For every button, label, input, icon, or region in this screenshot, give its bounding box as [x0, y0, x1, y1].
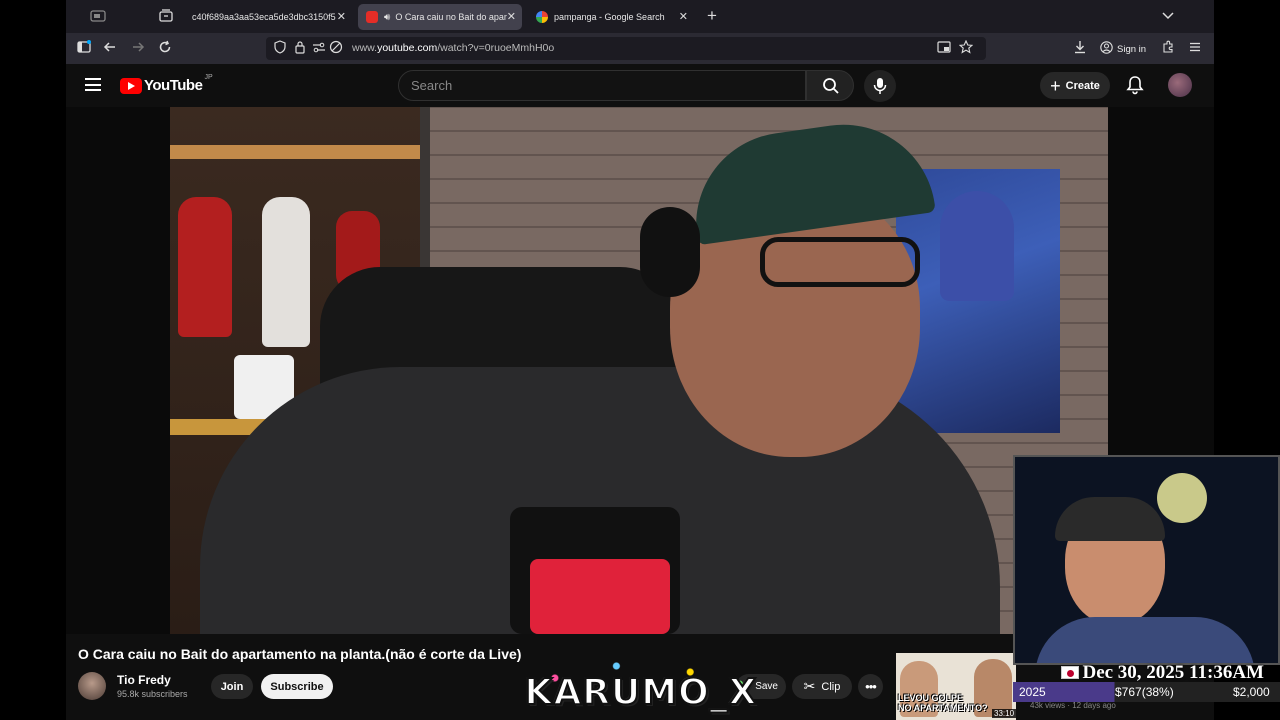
- tab-bar: c40f689aa3aa53eca5de3dbc3150f5 ✕ 🔊︎ O Ca…: [66, 0, 1214, 33]
- user-avatar[interactable]: [1168, 73, 1192, 97]
- subscribe-button[interactable]: Subscribe: [261, 674, 333, 699]
- account-icon: [1100, 41, 1113, 57]
- google-favicon-icon: [536, 11, 548, 23]
- search-input[interactable]: [399, 71, 805, 100]
- video-headphones: [640, 207, 700, 297]
- streamer-name-banner: KARUMO_X: [508, 660, 774, 720]
- search-button[interactable]: [806, 70, 854, 101]
- video-figure-ironman: [178, 197, 232, 337]
- menu-icon[interactable]: [1187, 40, 1203, 56]
- autoplay-blocked-icon[interactable]: [328, 40, 344, 56]
- sign-in-button[interactable]: Sign in: [1100, 41, 1146, 57]
- donation-progress-bar: 2025 $767(38%) $2,000: [1013, 682, 1280, 702]
- tab-hash[interactable]: c40f689aa3aa53eca5de3dbc3150f5 ✕: [184, 4, 352, 30]
- clip-button[interactable]: ✂ Clip: [792, 674, 852, 699]
- country-code: JP: [204, 74, 213, 81]
- close-tab-icon[interactable]: ✕: [507, 10, 516, 23]
- webcam-moon: [1157, 473, 1207, 523]
- create-label: Create: [1065, 79, 1100, 92]
- video-frame[interactable]: [170, 107, 1108, 634]
- subscriber-count: 95.8k subscribers: [117, 689, 188, 699]
- video-poster-figure: [940, 191, 1014, 301]
- search-box[interactable]: [398, 70, 806, 101]
- chevron-down-icon[interactable]: [1160, 8, 1176, 24]
- donation-year: 2025: [1019, 685, 1046, 699]
- navigation-bar: www.youtube.com/watch?v=0ruoeMmhH0o Sign…: [66, 33, 1214, 64]
- stream-datetime: Dec 30, 2025 11:36AM: [1082, 662, 1264, 683]
- downloads-icon[interactable]: [1072, 40, 1088, 56]
- banner-text: KARUMO_X: [524, 671, 758, 714]
- shield-icon[interactable]: [272, 40, 288, 56]
- join-button[interactable]: Join: [211, 674, 253, 699]
- url-domain: youtube.com: [377, 42, 438, 54]
- create-button[interactable]: + Create: [1040, 72, 1110, 99]
- screen: c40f689aa3aa53eca5de3dbc3150f5 ✕ 🔊︎ O Ca…: [0, 0, 1280, 720]
- forward-icon[interactable]: [130, 40, 146, 56]
- youtube-favicon-icon: [366, 11, 378, 23]
- clip-label: Clip: [821, 680, 841, 693]
- channel-avatar[interactable]: [78, 672, 106, 700]
- permissions-icon[interactable]: [311, 40, 327, 56]
- tab-google-search[interactable]: pampanga - Google Search ✕: [528, 4, 694, 30]
- scissors-icon: ✂: [803, 678, 816, 694]
- channel-name[interactable]: Tio Fredy: [117, 673, 171, 687]
- donation-goal: $2,000: [1233, 685, 1270, 699]
- sidebar-icon[interactable]: [76, 40, 92, 56]
- microphone-icon: [873, 78, 887, 94]
- search-icon: [823, 78, 839, 94]
- video-glasses: [760, 237, 920, 287]
- close-tab-icon[interactable]: ✕: [679, 10, 688, 23]
- video-title: O Cara caiu no Bait do apartamento na pl…: [78, 646, 522, 662]
- speaker-icon[interactable]: 🔊︎: [384, 12, 390, 23]
- youtube-header: YouTube JP + Create: [66, 64, 1214, 107]
- video-shelf-board: [170, 145, 420, 159]
- video-figure-stormtrooper: [262, 197, 310, 347]
- back-icon[interactable]: [102, 40, 118, 56]
- webcam-person-shirt: [1035, 617, 1255, 663]
- stream-donation-bar: Dec 30, 2025 11:36AM 2025 $767(38%) $2,0…: [1013, 660, 1280, 720]
- picture-in-picture-icon[interactable]: [936, 40, 952, 56]
- tab-youtube-active[interactable]: 🔊︎ O Cara caiu no Bait do apar ✕: [358, 4, 522, 30]
- extensions-icon[interactable]: [1160, 40, 1176, 56]
- close-tab-icon[interactable]: ✕: [337, 10, 346, 23]
- lock-icon[interactable]: [292, 40, 308, 56]
- donation-progress: $767(38%): [1115, 685, 1174, 699]
- youtube-wordmark: YouTube: [144, 77, 203, 94]
- voice-search-button[interactable]: [864, 70, 896, 102]
- hamburger-menu-icon[interactable]: [85, 78, 101, 91]
- new-tab-icon[interactable]: +: [704, 7, 720, 24]
- plus-icon: +: [1050, 75, 1061, 96]
- sign-in-label: Sign in: [1117, 43, 1147, 55]
- url-text[interactable]: www.youtube.com/watch?v=0ruoeMmhH0o: [352, 42, 554, 54]
- address-bar[interactable]: www.youtube.com/watch?v=0ruoeMmhH0o: [266, 37, 986, 60]
- streamer-webcam-overlay: [1013, 455, 1280, 665]
- tab-label: c40f689aa3aa53eca5de3dbc3150f5: [192, 12, 336, 22]
- video-microphone-light: [530, 559, 670, 634]
- webcam-person-cap: [1055, 497, 1165, 541]
- url-path: /watch?v=0ruoeMmhH0o: [437, 42, 555, 54]
- thumb-text: LEVOU GOLPE NO APARTAMENTO?: [898, 693, 988, 713]
- youtube-play-icon: [120, 77, 142, 94]
- tab-label: pampanga - Google Search: [554, 12, 665, 22]
- reload-icon[interactable]: [157, 40, 173, 56]
- more-actions-button[interactable]: •••: [858, 674, 883, 699]
- notifications-bell-icon[interactable]: [1126, 75, 1144, 95]
- url-prefix: www.: [352, 42, 378, 54]
- tab-label: O Cara caiu no Bait do apar: [395, 12, 507, 22]
- bookmark-star-icon[interactable]: [958, 39, 974, 56]
- sidebar-toggle-icon[interactable]: [90, 9, 106, 25]
- japan-flag-icon: [1061, 666, 1079, 679]
- tab-list-icon[interactable]: [158, 9, 174, 25]
- youtube-logo[interactable]: YouTube JP: [120, 74, 213, 94]
